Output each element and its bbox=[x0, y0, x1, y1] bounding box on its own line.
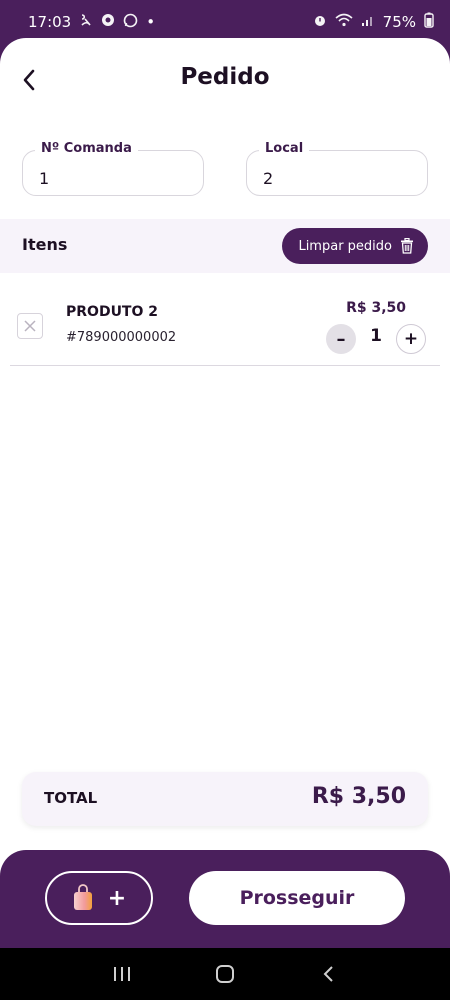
signal-icon bbox=[361, 13, 375, 31]
status-right: 75% bbox=[313, 12, 434, 32]
list-item: PRODUTO 2 #789000000002 R$ 3,50 – 1 + bbox=[10, 288, 440, 366]
items-title: Itens bbox=[22, 235, 68, 254]
total-label: TOTAL bbox=[44, 789, 98, 807]
chrome-icon bbox=[101, 13, 115, 31]
comanda-input[interactable] bbox=[23, 151, 203, 195]
product-price: R$ 3,50 bbox=[346, 300, 406, 316]
system-nav-bar bbox=[0, 948, 450, 1000]
wifi-icon bbox=[335, 13, 353, 31]
increase-quantity-button[interactable]: + bbox=[396, 324, 426, 354]
add-plus-label: + bbox=[107, 885, 127, 911]
add-to-cart-button[interactable]: + bbox=[45, 871, 153, 925]
total-value: R$ 3,50 bbox=[311, 784, 406, 809]
home-icon bbox=[215, 965, 234, 983]
items-header: Itens Limpar pedido bbox=[0, 219, 450, 273]
decrease-quantity-button[interactable]: – bbox=[326, 324, 356, 354]
quantity-value: 1 bbox=[370, 326, 382, 346]
home-button[interactable] bbox=[205, 954, 245, 994]
status-time: 17:03 bbox=[28, 13, 72, 31]
total-card: TOTAL R$ 3,50 bbox=[22, 772, 428, 826]
alarm-icon bbox=[313, 13, 327, 31]
header: Pedido bbox=[0, 38, 450, 122]
shopping-bag-icon bbox=[73, 884, 92, 910]
product-code: #789000000002 bbox=[66, 330, 177, 345]
close-icon bbox=[24, 320, 36, 332]
whatsapp-icon bbox=[123, 13, 138, 32]
plus-icon: + bbox=[403, 329, 419, 349]
product-name: PRODUTO 2 bbox=[66, 304, 158, 320]
battery-icon bbox=[424, 12, 434, 32]
order-sheet: Pedido Nº Comanda Local Itens Limpar ped… bbox=[0, 38, 450, 883]
status-dot: • bbox=[146, 13, 156, 31]
back-nav-button[interactable] bbox=[308, 954, 348, 994]
back-chevron-icon bbox=[323, 966, 334, 982]
recent-apps-icon bbox=[113, 967, 130, 981]
clear-order-button[interactable]: Limpar pedido bbox=[282, 228, 428, 264]
minus-icon: – bbox=[336, 328, 346, 350]
proceed-button[interactable]: Prosseguir bbox=[189, 871, 405, 925]
notification-icon bbox=[79, 13, 93, 31]
comanda-label: Nº Comanda bbox=[35, 141, 138, 156]
remove-item-button[interactable] bbox=[17, 313, 43, 339]
local-label: Local bbox=[259, 141, 310, 156]
trash-icon bbox=[401, 238, 413, 254]
status-left: 17:03 • bbox=[28, 13, 155, 32]
clear-order-label: Limpar pedido bbox=[298, 238, 392, 254]
local-field: Local bbox=[246, 141, 428, 196]
comanda-field: Nº Comanda bbox=[22, 141, 204, 196]
recent-apps-button[interactable] bbox=[102, 954, 142, 994]
page-title: Pedido bbox=[180, 64, 270, 90]
battery-percent: 75% bbox=[382, 13, 416, 31]
local-input[interactable] bbox=[247, 151, 427, 195]
action-bar: + Prosseguir bbox=[0, 850, 450, 948]
